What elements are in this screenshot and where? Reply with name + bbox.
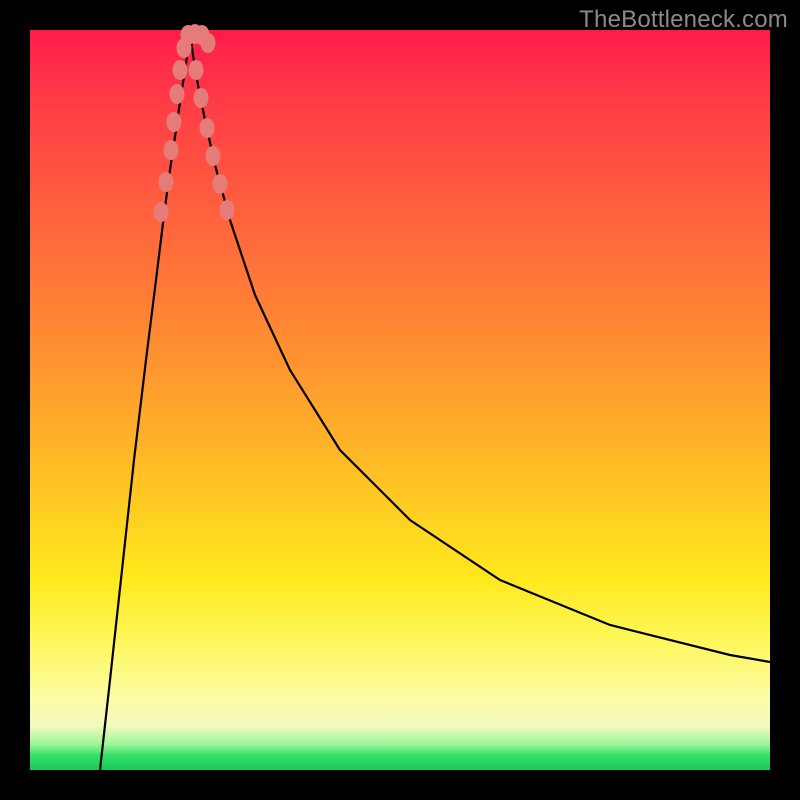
bead (164, 140, 179, 160)
bead (220, 200, 235, 220)
bead (167, 112, 182, 132)
bead (200, 118, 215, 138)
bead (173, 60, 188, 80)
watermark-text: TheBottleneck.com (579, 6, 788, 34)
bead (194, 88, 209, 108)
bead (189, 60, 204, 80)
bead (159, 172, 174, 192)
bead (206, 146, 221, 166)
curve-right-arm (190, 32, 770, 662)
curve-left-arm (100, 32, 190, 770)
bead (170, 84, 185, 104)
outer-frame: TheBottleneck.com (0, 0, 800, 800)
bead (154, 202, 169, 222)
chart-overlay (30, 30, 770, 770)
bead-cluster (154, 24, 235, 222)
bead (213, 174, 228, 194)
bead (201, 33, 216, 53)
